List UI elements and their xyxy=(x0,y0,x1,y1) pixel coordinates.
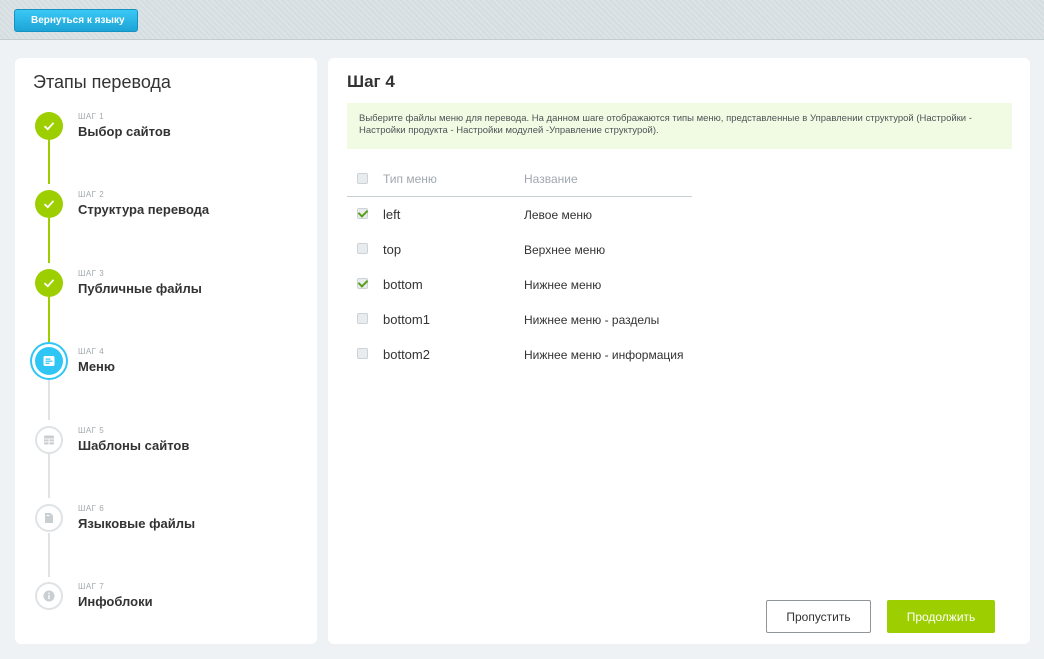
step-number: ШАГ 7 xyxy=(78,582,105,591)
check-icon xyxy=(35,269,63,297)
table-row[interactable]: top Верхнее меню xyxy=(347,232,692,267)
select-all-checkbox[interactable] xyxy=(357,173,368,184)
step-name: Меню xyxy=(78,359,116,374)
file-icon xyxy=(35,504,63,532)
menu-type: bottom1 xyxy=(383,312,430,327)
step-5[interactable]: ШАГ 5 Шаблоны сайтов xyxy=(35,426,295,466)
info-icon xyxy=(35,582,63,610)
row-checkbox[interactable] xyxy=(357,348,368,359)
step-3[interactable]: ШАГ 3 Публичные файлы xyxy=(35,269,295,309)
table-row[interactable]: bottom1 Нижнее меню - разделы xyxy=(347,302,692,337)
check-icon xyxy=(35,190,63,218)
table-row[interactable]: bottom Нижнее меню xyxy=(347,267,692,302)
info-notice: Выберите файлы меню для перевода. На дан… xyxy=(347,103,1012,149)
step-1[interactable]: ШАГ 1 Выбор сайтов xyxy=(35,112,295,152)
row-checkbox[interactable] xyxy=(357,313,368,324)
menu-name: Нижнее меню xyxy=(524,278,602,292)
menu-type: bottom2 xyxy=(383,347,430,362)
step-number: ШАГ 4 xyxy=(78,347,105,356)
step-2[interactable]: ШАГ 2 Структура перевода xyxy=(35,190,295,230)
menu-type: bottom xyxy=(383,277,423,292)
step-6[interactable]: ШАГ 6 Языковые файлы xyxy=(35,504,295,544)
step-name: Языковые файлы xyxy=(78,516,196,531)
step-number: ШАГ 3 xyxy=(78,269,105,278)
menu-types-table: Тип меню Название left Левое меню top Ве… xyxy=(347,162,692,372)
step-name: Инфоблоки xyxy=(78,594,153,609)
step-name: Публичные файлы xyxy=(78,281,202,296)
menu-name: Левое меню xyxy=(524,208,593,222)
step-number: ШАГ 5 xyxy=(78,426,105,435)
step-name: Структура перевода xyxy=(78,202,210,217)
table-row[interactable]: bottom2 Нижнее меню - информация xyxy=(347,337,692,372)
steps-panel-title: Этапы перевода xyxy=(33,72,171,92)
column-header-name: Название xyxy=(524,172,578,186)
step-number: ШАГ 2 xyxy=(78,190,105,199)
menu-type: left xyxy=(383,207,401,222)
step-name: Выбор сайтов xyxy=(78,124,171,139)
table-row[interactable]: left Левое меню xyxy=(347,197,692,232)
top-toolbar: Вернуться к языку xyxy=(0,0,1044,40)
continue-button[interactable]: Продолжить xyxy=(887,600,995,633)
row-checkbox[interactable] xyxy=(357,208,368,219)
menu-name: Нижнее меню - информация xyxy=(524,348,684,362)
table-header: Тип меню Название xyxy=(347,162,692,197)
back-to-language-button[interactable]: Вернуться к языку xyxy=(14,9,138,32)
step-4[interactable]: ШАГ 4 Меню xyxy=(35,347,295,387)
row-checkbox[interactable] xyxy=(357,278,368,289)
column-header-type: Тип меню xyxy=(383,172,437,186)
menu-name: Верхнее меню xyxy=(524,243,606,257)
menu-name: Нижнее меню - разделы xyxy=(524,313,660,327)
step-name: Шаблоны сайтов xyxy=(78,438,190,453)
menu-type: top xyxy=(383,242,402,257)
step-7[interactable]: ШАГ 7 Инфоблоки xyxy=(35,582,295,622)
step-number: ШАГ 6 xyxy=(78,504,105,513)
back-button-label: Вернуться к языку xyxy=(31,15,125,26)
steps-panel: Этапы перевода ШАГ 1 Выбор сайтов ШАГ 2 … xyxy=(15,58,317,644)
skip-button[interactable]: Пропустить xyxy=(766,600,871,633)
menu-icon xyxy=(35,347,63,375)
template-icon xyxy=(35,426,63,454)
check-icon xyxy=(35,112,63,140)
step-number: ШАГ 1 xyxy=(78,112,105,121)
page-title: Шаг 4 xyxy=(347,72,395,91)
main-panel: Шаг 4 Выберите файлы меню для перевода. … xyxy=(328,58,1030,644)
row-checkbox[interactable] xyxy=(357,243,368,254)
